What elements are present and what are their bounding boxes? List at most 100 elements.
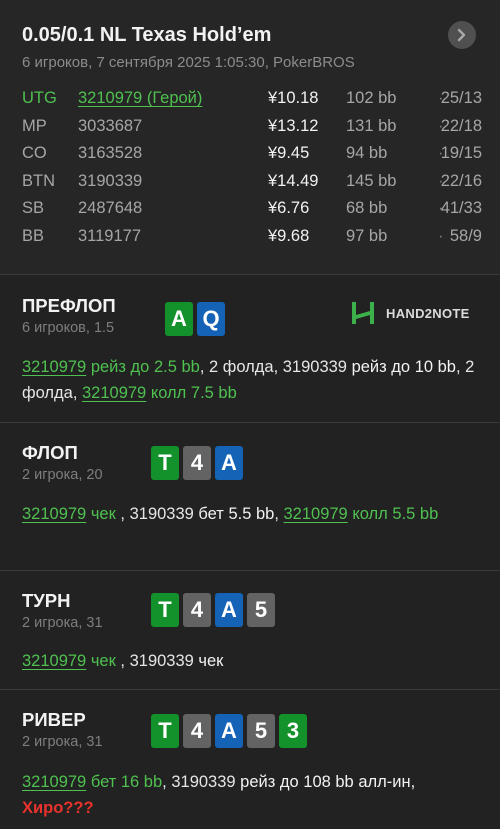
player-stack: ¥9.68 xyxy=(268,226,310,245)
player-stack: ¥9.45 xyxy=(268,144,310,162)
action-text: , 2 фолда, xyxy=(199,358,283,376)
action-text: рейз до 108 bb алл-ин, xyxy=(235,773,416,791)
street-actions: 3210979 бет 16 bb, 3190339 рейз до 108 b… xyxy=(22,769,482,821)
action-text: бет 16 bb xyxy=(86,773,163,791)
card: Q xyxy=(197,302,225,336)
action-text: колл 5.5 bb xyxy=(347,505,439,523)
card: 4 xyxy=(183,446,211,480)
players-table: UTG 3210979 (Герой) ¥10.18 102 bb · 25/1… xyxy=(22,89,482,254)
street-actions: 3210979 рейз до 2.5 bb, 2 фолда, 3190339… xyxy=(22,354,482,406)
card: A xyxy=(165,302,193,336)
player-stack-bb: 68 bb xyxy=(346,199,388,217)
hand-header: 0.05/0.1 NL Texas Hold’em 6 игроков, 7 с… xyxy=(0,0,500,274)
card: 5 xyxy=(247,593,275,627)
player-position: BB xyxy=(22,226,45,245)
hand-subtitle: 6 игроков, 7 сентября 2025 1:05:30, Poke… xyxy=(22,54,355,71)
action-text: , xyxy=(274,505,284,523)
player-id: 3163528 xyxy=(78,144,143,162)
player-stack: ¥13.12 xyxy=(268,116,319,135)
villain-player: , 3190339 xyxy=(120,505,194,523)
player-stats: 41/33 xyxy=(440,199,482,217)
player-stats: 25/13 xyxy=(440,89,482,107)
hero-player-link[interactable]: 3210979 xyxy=(284,505,348,523)
street-title: ПРЕФЛОП xyxy=(22,295,116,316)
player-position: UTG xyxy=(22,89,57,107)
street-subtitle: 2 игрока, 31 xyxy=(22,734,103,750)
action-text: рейз до 10 bb xyxy=(347,358,456,376)
hero-player-link[interactable]: 3210979 xyxy=(22,505,86,523)
player-position: MP xyxy=(22,116,47,135)
card: 5 xyxy=(247,714,275,748)
player-stack-bb: 102 bb xyxy=(346,89,397,107)
hero-player-link[interactable]: 3210979 xyxy=(22,358,86,376)
action-text: чек xyxy=(86,505,121,523)
street-subtitle: 6 игроков, 1.5 xyxy=(22,320,115,336)
card: A xyxy=(215,446,243,480)
villain-player: , 3190339 xyxy=(120,652,194,670)
villain-player: , 3190339 xyxy=(162,773,236,791)
player-stack-bb: 97 bb xyxy=(346,226,388,245)
hero-player-link[interactable]: 3210979 xyxy=(22,773,86,791)
street-actions: 3210979 чек , 3190339 чек xyxy=(22,648,482,674)
player-id[interactable]: 3210979 (Герой) xyxy=(78,89,202,108)
player-row: SB 2487648 ¥6.76 68 bb · 41/33 xyxy=(22,199,482,227)
street-title: ФЛОП xyxy=(22,442,78,463)
action-text: рейз до 2.5 bb xyxy=(86,358,200,376)
card: 4 xyxy=(183,593,211,627)
player-stack-bb: 145 bb xyxy=(346,171,397,190)
card: A xyxy=(215,593,243,627)
player-stack: ¥10.18 xyxy=(268,89,319,107)
action-text: чек xyxy=(193,652,224,670)
logo-text: HAND2NOTE xyxy=(386,305,470,321)
card: 3 xyxy=(279,714,307,748)
action-text: чек xyxy=(86,652,121,670)
action-text: бет 5.5 bb xyxy=(193,505,275,523)
player-row: BTN 3190339 ¥14.49 145 bb · 22/16 xyxy=(22,172,482,200)
divider xyxy=(0,422,500,423)
divider xyxy=(0,689,500,690)
player-row: CO 3163528 ¥9.45 94 bb · 19/15 xyxy=(22,144,482,172)
player-position: CO xyxy=(22,144,47,162)
divider xyxy=(0,570,500,571)
player-id: 2487648 xyxy=(78,199,143,217)
player-stats: 22/18 xyxy=(440,116,482,135)
hole-cards: A Q xyxy=(165,302,225,336)
player-stats: 19/15 xyxy=(440,144,482,162)
street-title: ТУРН xyxy=(22,590,71,611)
board-cards: T 4 A 5 3 xyxy=(151,714,307,748)
player-stack-bb: 94 bb xyxy=(346,144,388,162)
player-stats: 22/16 xyxy=(440,171,482,190)
separator-dot: · xyxy=(438,226,444,245)
hero-player-link[interactable]: 3210979 xyxy=(22,652,86,670)
card: T xyxy=(151,446,179,480)
divider xyxy=(0,274,500,275)
player-stack: ¥14.49 xyxy=(268,171,319,190)
player-stack: ¥6.76 xyxy=(268,199,310,217)
board-cards: T 4 A 5 xyxy=(151,593,275,627)
board-cards: T 4 A xyxy=(151,446,243,480)
player-id: 3033687 xyxy=(78,116,143,135)
street-title: РИВЕР xyxy=(22,709,86,730)
player-position: BTN xyxy=(22,171,55,190)
villain-player: 3190339 xyxy=(282,358,347,376)
comment-text: Хиро??? xyxy=(22,799,94,817)
player-row: MP 3033687 ¥13.12 131 bb · 22/18 xyxy=(22,117,482,145)
player-stack-bb: 131 bb xyxy=(346,116,397,135)
card: T xyxy=(151,714,179,748)
street-subtitle: 2 игрока, 20 xyxy=(22,467,103,483)
hand-title: 0.05/0.1 NL Texas Hold’em xyxy=(22,24,272,46)
card: 4 xyxy=(183,714,211,748)
chevron-right-button[interactable] xyxy=(448,21,476,49)
player-row: BB 3119177 ¥9.68 97 bb · 58/9 xyxy=(22,227,482,255)
card: T xyxy=(151,593,179,627)
hero-player-link[interactable]: 3210979 xyxy=(82,384,146,402)
street-actions: 3210979 чек , 3190339 бет 5.5 bb, 321097… xyxy=(22,501,482,527)
player-id: 3190339 xyxy=(78,171,143,190)
player-position: SB xyxy=(22,199,45,217)
street-subtitle: 2 игрока, 31 xyxy=(22,615,103,631)
card: A xyxy=(215,714,243,748)
hand2note-logo-icon xyxy=(352,302,374,324)
player-row: UTG 3210979 (Герой) ¥10.18 102 bb · 25/1… xyxy=(22,89,482,117)
player-id: 3119177 xyxy=(78,226,142,245)
chevron-right-icon xyxy=(457,28,466,42)
